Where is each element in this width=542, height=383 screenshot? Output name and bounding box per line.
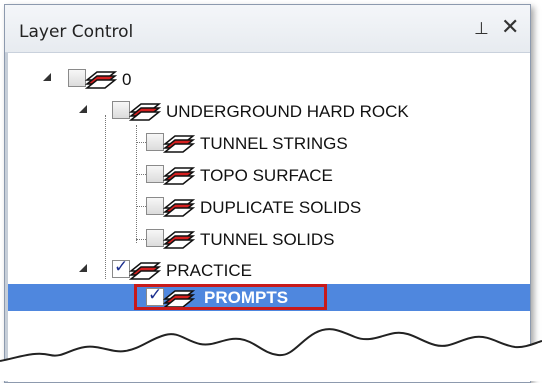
layer-label: 0	[122, 70, 132, 89]
layer-label: TUNNEL SOLIDS	[200, 230, 335, 249]
pin-icon[interactable]: ⊥	[474, 19, 489, 39]
tree-item-tunnel-solids[interactable]: TUNNEL SOLIDS	[8, 225, 528, 254]
layer-label: TUNNEL STRINGS	[200, 134, 348, 153]
callout-highlight-box	[134, 284, 327, 310]
torn-edge-decoration	[0, 328, 542, 381]
expanded-triangle-icon[interactable]	[79, 105, 87, 113]
check-mark-icon: ✓	[114, 257, 129, 277]
panel-titlebar: Layer Control ⊥ ✕	[5, 5, 530, 53]
tree-item-tunnel-strings[interactable]: TUNNEL STRINGS	[8, 129, 528, 158]
layer-visibility-checkbox[interactable]	[146, 165, 164, 183]
layer-visibility-checkbox[interactable]	[146, 133, 164, 151]
layer-stack-icon	[163, 199, 195, 217]
expanded-triangle-icon[interactable]	[43, 73, 51, 81]
layer-stack-icon	[163, 231, 195, 249]
panel-title: Layer Control	[19, 22, 134, 42]
layer-stack-icon	[163, 135, 195, 153]
layer-visibility-checkbox[interactable]	[146, 197, 164, 215]
tree-item-duplicate-solids[interactable]: DUPLICATE SOLIDS	[8, 193, 528, 222]
tree-item-topo-surface[interactable]: TOPO SURFACE	[8, 161, 528, 190]
layer-visibility-checkbox[interactable]	[146, 229, 164, 247]
tree-item-practice[interactable]: ✓ PRACTICE	[8, 256, 528, 285]
layer-stack-icon	[129, 103, 161, 121]
layer-visibility-checkbox[interactable]	[112, 101, 130, 119]
close-icon[interactable]: ✕	[501, 15, 519, 40]
layer-label: PRACTICE	[166, 261, 252, 280]
layer-label: DUPLICATE SOLIDS	[200, 198, 362, 217]
layer-stack-icon	[129, 262, 161, 280]
layer-label: UNDERGROUND HARD ROCK	[166, 102, 409, 121]
tree-item-layer-0[interactable]: 0	[8, 65, 528, 94]
layer-visibility-checkbox[interactable]: ✓	[112, 257, 130, 278]
layer-stack-icon	[163, 167, 195, 185]
layer-label: TOPO SURFACE	[200, 166, 333, 185]
expanded-triangle-icon[interactable]	[79, 264, 87, 272]
layer-visibility-checkbox[interactable]	[68, 69, 86, 87]
layer-stack-icon	[85, 71, 117, 89]
tree-item-underground-hard-rock[interactable]: UNDERGROUND HARD ROCK	[8, 97, 528, 126]
